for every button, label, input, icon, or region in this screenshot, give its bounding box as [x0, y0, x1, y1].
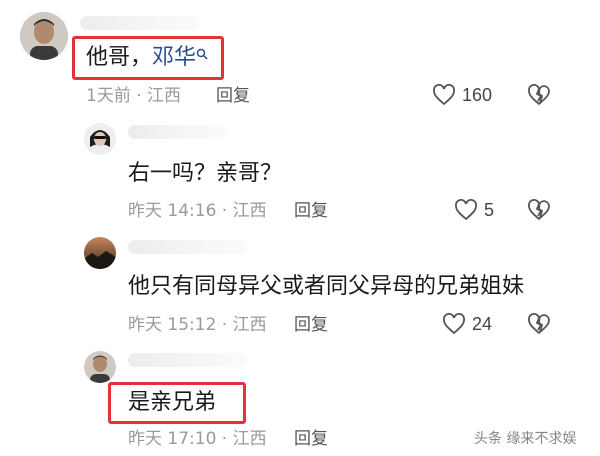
avatar-comment-3[interactable] [84, 237, 116, 269]
comment-3-like-count: 24 [472, 313, 493, 334]
comment-2-dislike-button[interactable] [527, 199, 551, 225]
heart-outline-icon [455, 199, 477, 221]
comment-3-like-button[interactable]: 24 [442, 313, 492, 335]
broken-heart-icon [528, 199, 550, 221]
comment-1-dislike-button[interactable] [527, 84, 551, 110]
comment-1-prefix: 他哥， [86, 45, 153, 70]
username-hidden [80, 16, 200, 30]
person-avatar-icon [20, 12, 68, 60]
username-hidden [128, 125, 228, 139]
comment-2-meta: 昨天 14:16 · 江西 [128, 201, 267, 221]
avatar-comment-2[interactable] [84, 123, 116, 155]
comment-3-text: 他只有同母异父或者同父异母的兄弟姐妹 [128, 274, 525, 299]
username-hidden [128, 353, 248, 367]
comment-3-dislike-button[interactable] [527, 313, 551, 339]
landscape-avatar-icon [84, 237, 116, 269]
comment-1-meta: 1天前 · 江西 [86, 86, 182, 106]
comment-2-text: 右一吗？亲哥？ [128, 161, 283, 186]
search-icon[interactable] [196, 45, 208, 70]
comment-2-like-count: 5 [484, 199, 495, 220]
avatar-comment-4[interactable] [84, 351, 116, 383]
comment-3-reply-button[interactable]: 回复 [294, 314, 328, 336]
broken-heart-icon [528, 84, 550, 106]
heart-outline-icon [433, 84, 455, 106]
comment-1-text: 他哥，邓华 [86, 44, 208, 72]
comment-3-meta: 昨天 15:12 · 江西 [128, 315, 267, 335]
heart-outline-icon [443, 313, 465, 335]
comment-2-reply-button[interactable]: 回复 [294, 200, 328, 222]
mention-link[interactable]: 邓华 [152, 45, 196, 70]
username-hidden [128, 240, 248, 254]
comment-4-reply-button[interactable]: 回复 [294, 428, 328, 450]
avatar-comment-1[interactable] [20, 12, 68, 60]
comment-4-meta: 昨天 17:10 · 江西 [128, 429, 267, 449]
comment-1-like-button[interactable]: 160 [432, 84, 492, 106]
person-avatar-icon [84, 351, 116, 383]
person-avatar-icon [84, 123, 116, 155]
comment-1-reply-button[interactable]: 回复 [216, 85, 250, 107]
comment-4-text: 是亲兄弟 [128, 390, 217, 415]
comment-1-like-count: 160 [462, 84, 493, 105]
broken-heart-icon [528, 313, 550, 335]
watermark: 头条 缘来不求娱 [474, 431, 577, 447]
comment-2-like-button[interactable]: 5 [454, 199, 494, 221]
